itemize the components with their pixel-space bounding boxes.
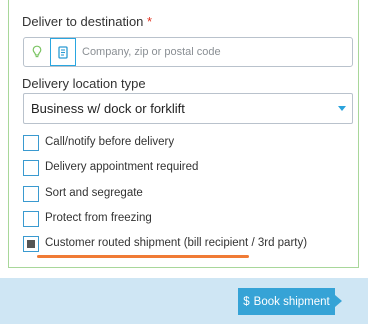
location-pin-icon[interactable] — [24, 38, 51, 66]
option-label: Customer routed shipment (bill recipient… — [45, 237, 308, 249]
checkbox[interactable] — [23, 211, 39, 227]
address-book-icon[interactable] — [50, 38, 76, 66]
highlight-underline — [37, 255, 249, 258]
option-label: Call/notify before delivery — [45, 136, 175, 148]
checkbox[interactable] — [23, 160, 39, 176]
checkbox[interactable] — [23, 135, 39, 151]
book-shipment-button[interactable]: $ Book shipment — [238, 288, 342, 315]
book-shipment-label: Book shipment — [253, 295, 330, 308]
checkbox[interactable] — [23, 186, 39, 202]
delivery-panel: Deliver to destination * Delivery locati… — [8, 0, 359, 268]
destination-field[interactable] — [23, 37, 353, 67]
destination-label-text: Deliver to destination — [22, 14, 144, 29]
footer-bar: $ Book shipment — [0, 278, 368, 324]
destination-search-input[interactable] — [82, 38, 344, 66]
checkbox-checked[interactable] — [23, 236, 39, 252]
location-type-selected: Business w/ dock or forklift — [31, 101, 185, 116]
required-asterisk: * — [147, 14, 153, 29]
location-type-select[interactable]: Business w/ dock or forklift — [23, 93, 353, 124]
option-label: Protect from freezing — [45, 212, 152, 224]
option-label: Delivery appointment required — [45, 161, 199, 173]
location-type-label: Delivery location type — [22, 76, 146, 91]
dollar-icon: $ — [243, 295, 250, 308]
chevron-down-icon — [338, 106, 346, 111]
option-label: Sort and segregate — [45, 187, 143, 199]
destination-label: Deliver to destination * — [22, 14, 152, 29]
